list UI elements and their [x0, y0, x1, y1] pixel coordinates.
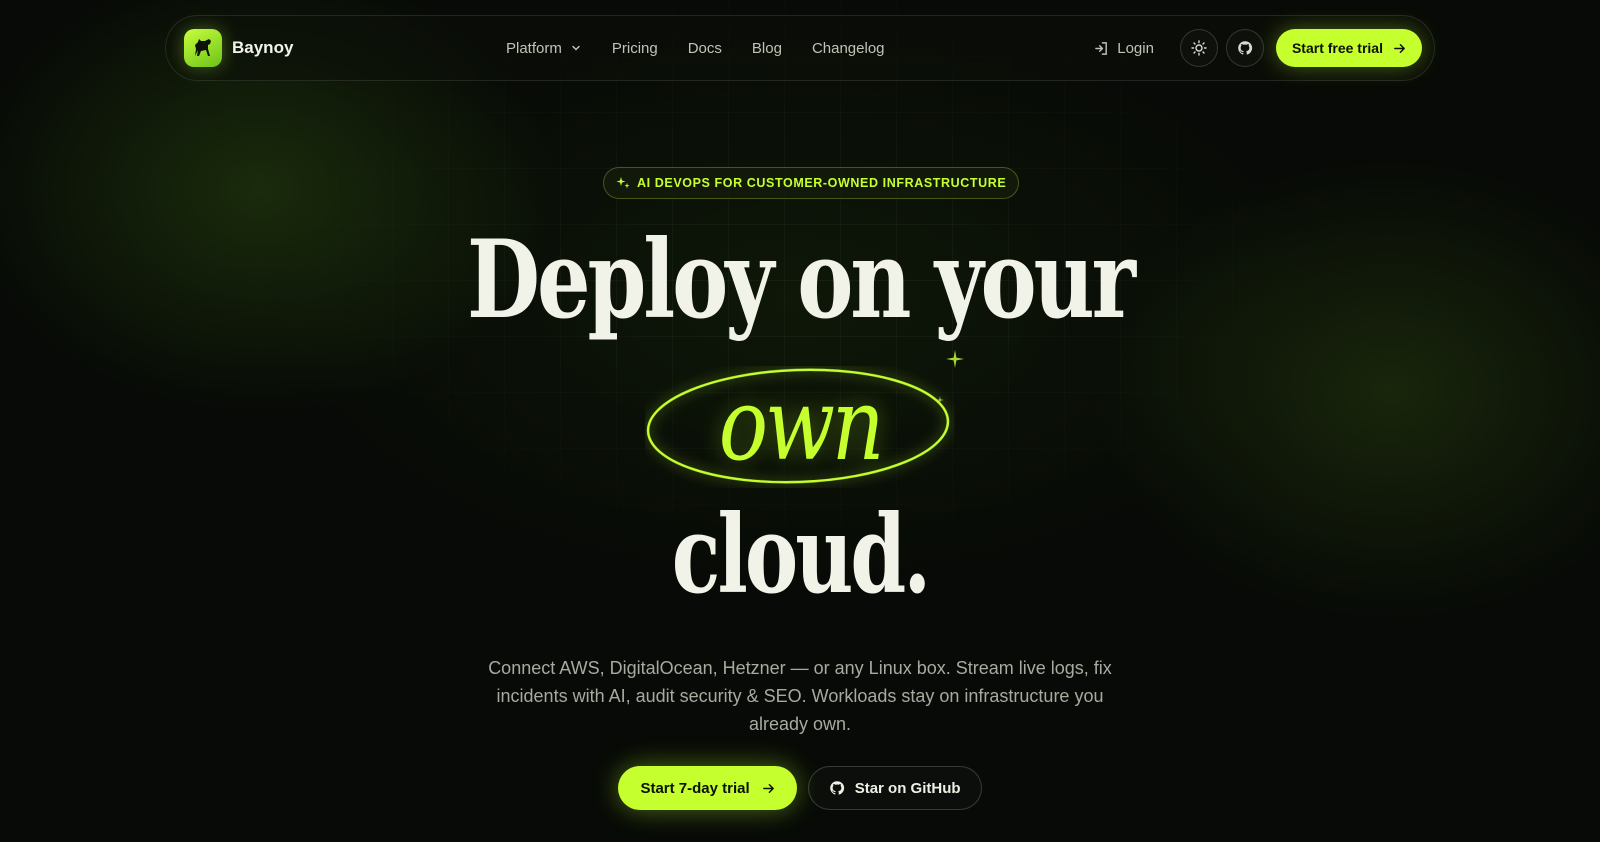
- sparkle-icon: [946, 350, 964, 368]
- star-on-github-button[interactable]: Star on GitHub: [807, 766, 982, 810]
- start-trial-button[interactable]: Start 7-day trial: [618, 766, 797, 810]
- nav-link-docs[interactable]: Docs: [688, 40, 722, 57]
- arrow-right-icon: [1394, 43, 1405, 53]
- landing-page: Baynoy Platform Pricing Docs Blog Change…: [0, 0, 1600, 842]
- sun-icon: [1191, 40, 1207, 56]
- brand-name: Baynoy: [232, 38, 294, 57]
- nav-links: Platform Pricing Docs Blog Changelog: [506, 16, 885, 80]
- star-on-github-label: Star on GitHub: [854, 779, 961, 797]
- horse-logo-icon: [184, 29, 222, 67]
- brand[interactable]: Baynoy: [184, 29, 293, 67]
- headline-line-1: Deploy on your: [467, 217, 1136, 343]
- headline-highlight: own: [645, 366, 955, 488]
- start-free-trial-button[interactable]: Start free trial: [1275, 29, 1422, 67]
- nav-actions: Login Start free trial: [1094, 29, 1422, 67]
- nav-link-pricing[interactable]: Pricing: [612, 40, 658, 57]
- nav-link-platform[interactable]: Platform: [506, 40, 582, 57]
- headline-highlight-word: own: [718, 366, 885, 483]
- top-navbar: Baynoy Platform Pricing Docs Blog Change…: [165, 15, 1435, 81]
- github-icon: [829, 781, 844, 795]
- github-button[interactable]: [1225, 29, 1264, 67]
- nav-link-label: Platform: [506, 39, 562, 57]
- github-icon: [1238, 41, 1253, 55]
- sparkle-small-icon: [936, 396, 944, 404]
- chevron-down-icon: [572, 45, 580, 51]
- hero-subtext: Connect AWS, DigitalOcean, Hetzner — or …: [488, 658, 1112, 734]
- sparkles-icon: [616, 177, 630, 189]
- login-icon: [1095, 41, 1108, 55]
- nav-link-blog[interactable]: Blog: [752, 40, 782, 57]
- cta-label: Start free trial: [1291, 40, 1383, 56]
- login-link[interactable]: Login: [1094, 40, 1154, 57]
- hero-badge: AI DEVOPS FOR CUSTOMER-OWNED INFRASTRUCT…: [603, 167, 1020, 199]
- nav-link-changelog[interactable]: Changelog: [812, 40, 885, 57]
- hero-actions: Start 7-day trial Star on GitHub: [0, 766, 1600, 810]
- headline-line-3: cloud.: [671, 492, 931, 618]
- badge-text: AI DEVOPS FOR CUSTOMER-OWNED INFRASTRUCT…: [637, 176, 1007, 190]
- login-label: Login: [1117, 39, 1154, 57]
- theme-toggle-button[interactable]: [1179, 29, 1218, 67]
- arrow-right-icon: [762, 783, 774, 793]
- start-trial-label: Start 7-day trial: [640, 779, 750, 797]
